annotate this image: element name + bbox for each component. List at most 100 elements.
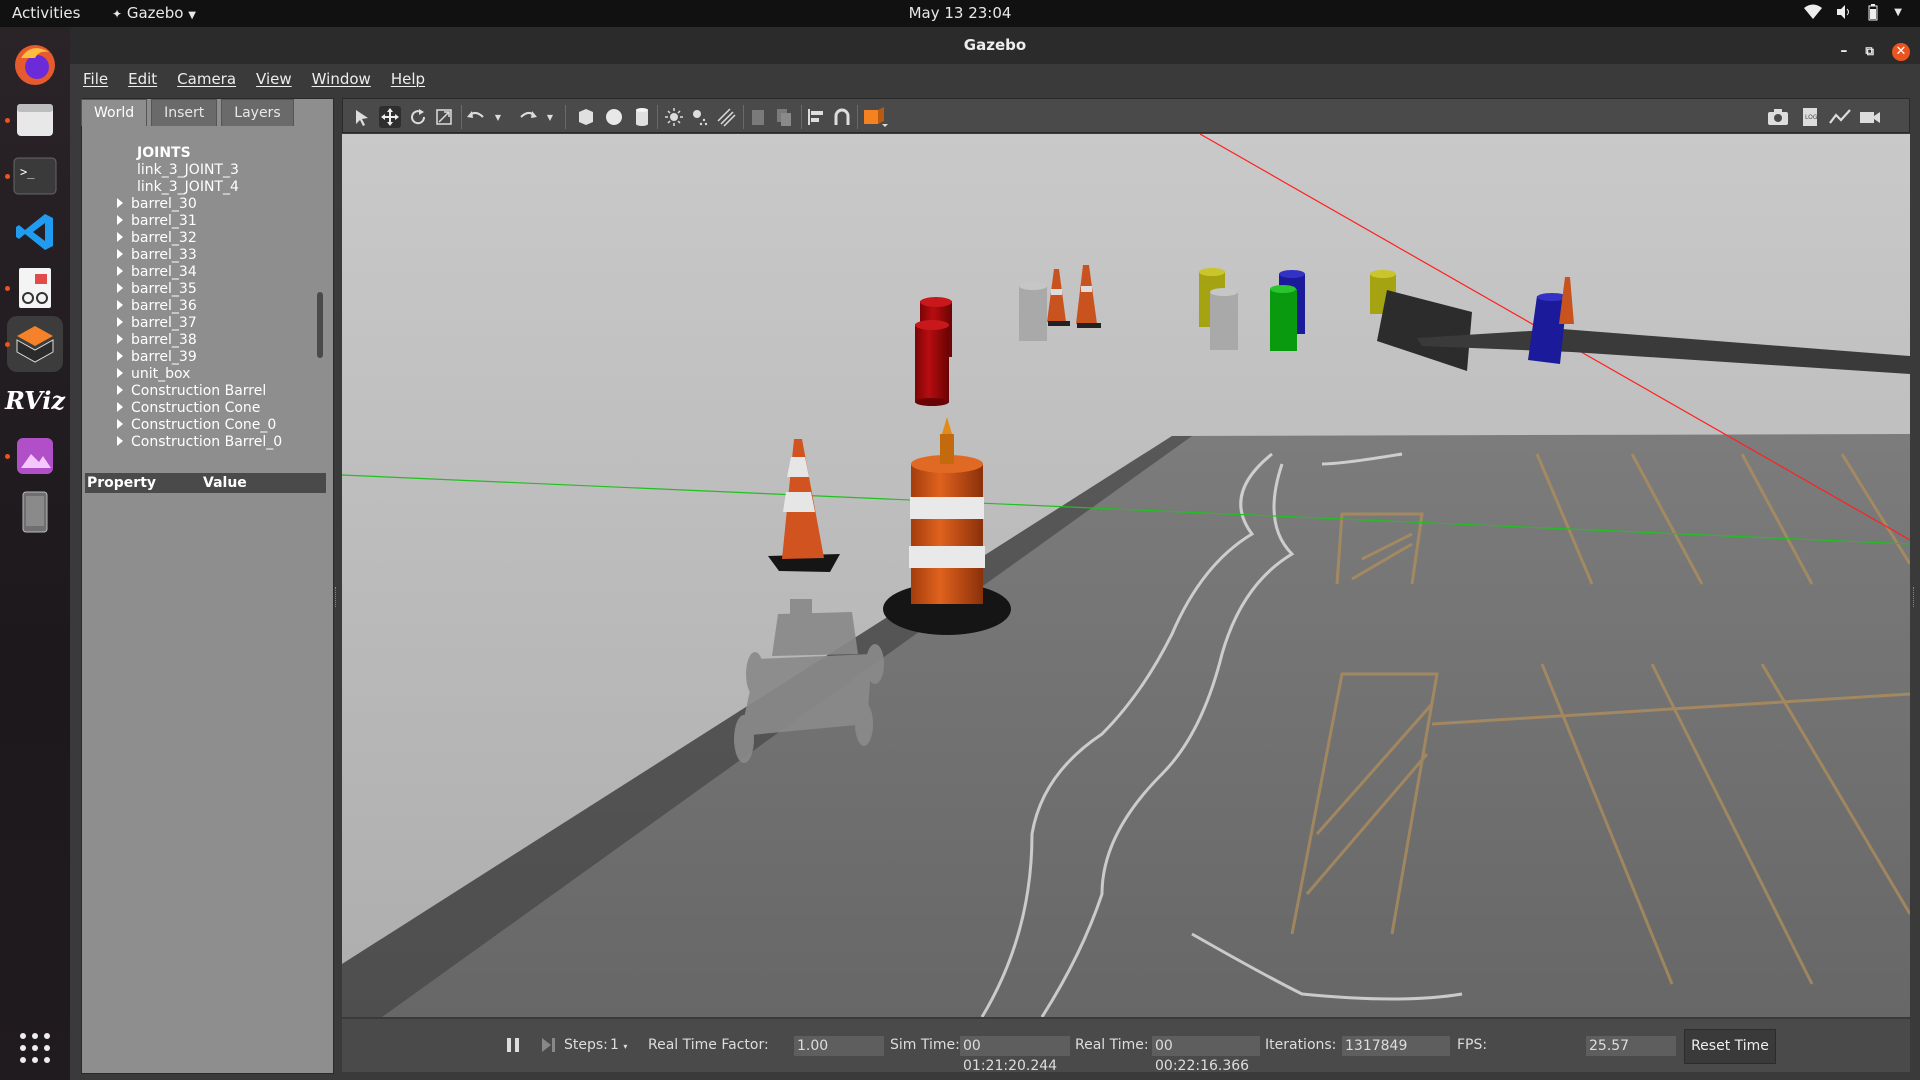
dock-files[interactable] bbox=[5, 92, 63, 148]
expand-arrow-icon[interactable] bbox=[117, 232, 123, 242]
log-button[interactable]: LOG bbox=[1799, 106, 1821, 128]
expand-arrow-icon[interactable] bbox=[117, 215, 123, 225]
pause-button[interactable] bbox=[506, 1019, 520, 1072]
point-light-button[interactable] bbox=[663, 106, 685, 128]
insert-cylinder-button[interactable] bbox=[631, 106, 653, 128]
close-button[interactable]: ✕ bbox=[1892, 42, 1910, 61]
plot-button[interactable] bbox=[1829, 106, 1851, 128]
translate-mode-button[interactable] bbox=[379, 106, 401, 128]
expand-arrow-icon[interactable] bbox=[117, 266, 123, 276]
paste-button[interactable] bbox=[773, 106, 795, 128]
tree-item[interactable]: Construction Barrel bbox=[117, 383, 266, 400]
tree-item[interactable]: barrel_38 bbox=[117, 332, 197, 349]
expand-arrow-icon[interactable] bbox=[117, 317, 123, 327]
menu-help[interactable]: Help bbox=[391, 70, 425, 88]
expand-arrow-icon[interactable] bbox=[117, 436, 123, 446]
scale-mode-button[interactable] bbox=[433, 106, 455, 128]
step-button[interactable] bbox=[540, 1019, 556, 1072]
dock-vscode[interactable] bbox=[7, 204, 63, 260]
expand-arrow-icon[interactable] bbox=[117, 351, 123, 361]
dock-image-viewer[interactable] bbox=[5, 428, 63, 484]
expand-arrow-icon[interactable] bbox=[117, 283, 123, 293]
left-panel-tabs: World Insert Layers bbox=[81, 99, 294, 126]
tree-item[interactable]: Construction Cone_0 bbox=[117, 417, 276, 434]
svg-text:LOG: LOG bbox=[1805, 114, 1818, 121]
expand-arrow-icon[interactable] bbox=[117, 385, 123, 395]
expand-arrow-icon[interactable] bbox=[117, 249, 123, 259]
redo-button[interactable] bbox=[517, 106, 539, 128]
removable-drive-icon bbox=[22, 491, 48, 533]
expand-arrow-icon[interactable] bbox=[117, 419, 123, 429]
tree-item[interactable]: JOINTS bbox=[137, 145, 191, 162]
steps-spinbox[interactable]: 1 ▾ bbox=[610, 1019, 627, 1072]
view-angle-button[interactable] bbox=[861, 106, 891, 128]
expand-arrow-icon[interactable] bbox=[117, 300, 123, 310]
menu-window[interactable]: Window bbox=[312, 70, 371, 88]
tree-item[interactable]: barrel_33 bbox=[117, 247, 197, 264]
directional-light-button[interactable] bbox=[715, 106, 737, 128]
record-video-button[interactable] bbox=[1859, 106, 1881, 128]
screenshot-button[interactable] bbox=[1767, 106, 1789, 128]
menu-file[interactable]: File bbox=[83, 70, 108, 88]
system-tray[interactable]: ▼ bbox=[1804, 3, 1902, 21]
tree-item[interactable]: barrel_39 bbox=[117, 349, 197, 366]
align-button[interactable] bbox=[805, 106, 827, 128]
dock-terminal[interactable]: >_ bbox=[5, 148, 63, 204]
tab-insert[interactable]: Insert bbox=[151, 99, 218, 126]
select-mode-button[interactable] bbox=[351, 106, 373, 128]
tree-item[interactable]: barrel_35 bbox=[117, 281, 197, 298]
tree-item[interactable]: barrel_37 bbox=[117, 315, 197, 332]
expand-arrow-icon[interactable] bbox=[117, 368, 123, 378]
fps-value: 25.57 bbox=[1586, 1036, 1676, 1056]
tree-scrollbar[interactable] bbox=[317, 292, 323, 358]
tree-item[interactable]: barrel_36 bbox=[117, 298, 197, 315]
world-tree[interactable]: JOINTS link_3_JOINT_3 link_3_JOINT_4 barrel… bbox=[81, 130, 332, 470]
menu-camera[interactable]: Camera bbox=[177, 70, 236, 88]
tree-item[interactable]: link_3_JOINT_4 bbox=[137, 179, 239, 196]
tree-item[interactable]: Construction Cone bbox=[117, 400, 260, 417]
terminal-icon: >_ bbox=[13, 157, 57, 195]
insert-box-button[interactable] bbox=[575, 106, 597, 128]
right-splitter-handle[interactable] bbox=[1913, 587, 1917, 607]
dock-document-viewer[interactable] bbox=[5, 260, 63, 316]
copy-button[interactable] bbox=[747, 106, 769, 128]
menu-view[interactable]: View bbox=[256, 70, 292, 88]
undo-button[interactable] bbox=[465, 106, 487, 128]
tab-layers[interactable]: Layers bbox=[221, 99, 294, 126]
insert-sphere-button[interactable] bbox=[603, 106, 625, 128]
activities-button[interactable]: Activities bbox=[12, 4, 80, 22]
tab-world[interactable]: World bbox=[81, 99, 148, 126]
tree-item[interactable]: link_3_JOINT_3 bbox=[137, 162, 239, 179]
redo-history-button[interactable]: ▼ bbox=[543, 106, 557, 128]
tree-item[interactable]: Construction Barrel_0 bbox=[117, 434, 282, 451]
expand-arrow-icon[interactable] bbox=[117, 334, 123, 344]
tree-item-label: barrel_30 bbox=[131, 196, 197, 212]
clock[interactable]: May 13 23:04 bbox=[909, 4, 1012, 22]
menu-edit[interactable]: Edit bbox=[128, 70, 157, 88]
dock-firefox[interactable] bbox=[7, 36, 63, 92]
pause-icon bbox=[507, 1038, 519, 1052]
tree-item[interactable]: barrel_30 bbox=[117, 196, 197, 213]
splitter-handle[interactable] bbox=[335, 587, 339, 607]
tree-item[interactable]: barrel_34 bbox=[117, 264, 197, 281]
3d-viewport[interactable] bbox=[342, 134, 1910, 1017]
snap-button[interactable] bbox=[831, 106, 853, 128]
app-menu[interactable]: ✦ Gazebo ▼ bbox=[112, 4, 196, 22]
rotate-mode-button[interactable] bbox=[407, 106, 429, 128]
tree-item[interactable]: barrel_32 bbox=[117, 230, 197, 247]
image-viewer-icon bbox=[17, 438, 53, 474]
dock-rviz[interactable]: RViz bbox=[5, 372, 65, 428]
spot-light-button[interactable] bbox=[689, 106, 711, 128]
dock-gazebo[interactable] bbox=[5, 316, 63, 372]
rtf-label: Real Time Factor: bbox=[648, 1037, 769, 1053]
tree-item[interactable]: barrel_31 bbox=[117, 213, 197, 230]
cylinder-icon bbox=[636, 108, 648, 126]
dock-removable-drive[interactable] bbox=[7, 484, 63, 540]
dock-show-apps[interactable] bbox=[7, 1020, 63, 1076]
undo-history-button[interactable]: ▼ bbox=[491, 106, 505, 128]
tree-item[interactable]: unit_box bbox=[117, 366, 190, 383]
expand-arrow-icon[interactable] bbox=[117, 198, 123, 208]
title-bar[interactable]: Gazebo – ⧉ ✕ bbox=[70, 27, 1920, 64]
expand-arrow-icon[interactable] bbox=[117, 402, 123, 412]
reset-time-button[interactable]: Reset Time bbox=[1684, 1029, 1776, 1064]
